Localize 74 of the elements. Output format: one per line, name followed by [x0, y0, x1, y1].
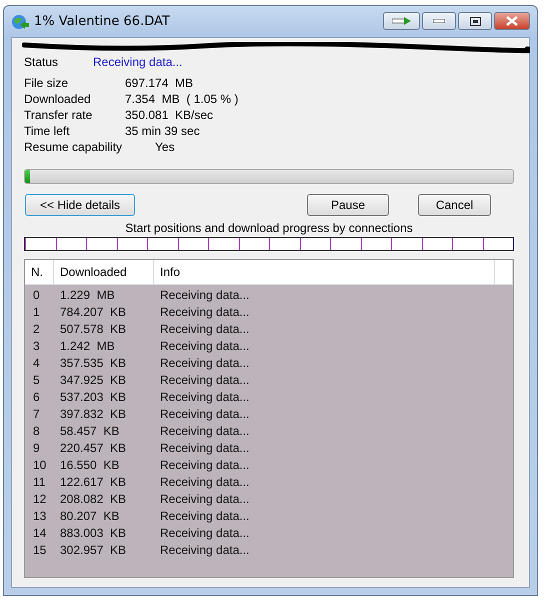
table-cell-text: 537.203 KB [59, 390, 128, 404]
table-cell-text: Receiving data... [159, 474, 250, 488]
status-label: Status [24, 55, 60, 69]
detail-label: Downloaded [24, 92, 92, 106]
detail-label: Resume capability [24, 140, 124, 154]
table-cell-text: 507.578 KB [59, 322, 128, 336]
table-cell-text: 11 [32, 474, 46, 488]
table-cell-text: 1.229 MB [59, 288, 116, 302]
column-header[interactable]: N. [25, 260, 54, 284]
detail-label: File size [24, 76, 70, 90]
table-cell-text: 5 [32, 372, 41, 386]
table-cell-text: 16.550 KB [59, 458, 120, 472]
table-cell-text: 0 [32, 288, 41, 302]
table-cell-text: 15 [32, 542, 48, 556]
detail-value: 35 min 39 sec [125, 124, 200, 138]
hide-details-button[interactable]: << Hide details [25, 194, 135, 216]
table-cell-text: 220.457 KB [59, 440, 128, 454]
table-cell-text: Receiving data... [159, 424, 250, 438]
table-cell-text: Receiving data... [159, 458, 250, 472]
table-cell-text: Receiving data... [159, 390, 250, 404]
connections-caption: Start positions and download progress by connections [124, 221, 414, 235]
table-cell-text: 1.242 MB [59, 338, 116, 352]
cancel-button[interactable]: Cancel [418, 194, 491, 216]
table-cell-text: 9 [32, 440, 41, 454]
minimize-icon [433, 19, 445, 23]
detail-value: 350.081 KB/sec [125, 108, 214, 122]
table-cell-text: Receiving data... [159, 322, 250, 336]
table-cell-text: Receiving data... [159, 508, 250, 522]
close-icon [506, 16, 518, 26]
table-cell-text: 14 [32, 526, 48, 540]
table-cell-text: Receiving data... [159, 288, 250, 302]
table-cell-text: Receiving data... [159, 356, 250, 370]
maximize-icon [470, 16, 480, 26]
detail-value: Yes [155, 140, 175, 154]
table-cell-text: 12 [32, 492, 48, 506]
detail-value: 7.354 MB ( 1.05 % ) [125, 92, 238, 106]
table-cell-text: 6 [32, 390, 41, 404]
table-cell-text: 302.957 KB [59, 542, 128, 556]
detail-label: Transfer rate [24, 108, 94, 122]
table-cell-text: 2 [32, 322, 41, 336]
column-header[interactable]: Downloaded [54, 260, 154, 284]
table-cell-text: Receiving data... [159, 338, 250, 352]
table-cell-text: 1 [32, 304, 41, 318]
table-cell-text: Receiving data... [159, 440, 250, 454]
table-cell-text: 7 [32, 406, 41, 420]
table-cell-text: 357.535 KB [59, 356, 128, 370]
table-cell-text: 208.082 KB [59, 492, 128, 506]
column-header[interactable]: Info [154, 260, 495, 284]
table-cell-text: Receiving data... [159, 526, 250, 540]
minimize-button[interactable] [422, 12, 456, 30]
table-cell-text: Receiving data... [159, 304, 250, 318]
table-cell-text: 10 [32, 458, 48, 472]
table-cell-text: 58.457 KB [59, 424, 120, 438]
table-cell-text: 8 [32, 424, 41, 438]
table-cell-text: 13 [32, 508, 48, 522]
table-cell-text: Receiving data... [159, 492, 250, 506]
table-cell-text: 883.003 KB [59, 526, 128, 540]
window-title: 1% Valentine 66.DAT [34, 14, 171, 29]
table-cell-text: 397.832 KB [59, 406, 128, 420]
table-cell-text: 80.207 KB [59, 508, 120, 522]
detail-value: 697.174 MB [125, 76, 194, 90]
status-value: Receiving data... [93, 55, 182, 69]
table-cell-text: Receiving data... [159, 372, 250, 386]
close-button[interactable] [494, 12, 530, 30]
table-cell-text: 3 [32, 338, 41, 352]
table-cell-text: 784.207 KB [59, 304, 128, 318]
maximize-button[interactable] [458, 12, 492, 30]
table-cell-text: Receiving data... [159, 406, 250, 420]
table-cell-text: 347.925 KB [59, 372, 128, 386]
table-cell-text: 122.617 KB [59, 474, 128, 488]
table-cell-text: Receiving data... [159, 542, 250, 556]
pause-button[interactable]: Pause [307, 194, 389, 216]
table-cell-text: 4 [32, 356, 41, 370]
detail-label: Time left [24, 124, 71, 138]
